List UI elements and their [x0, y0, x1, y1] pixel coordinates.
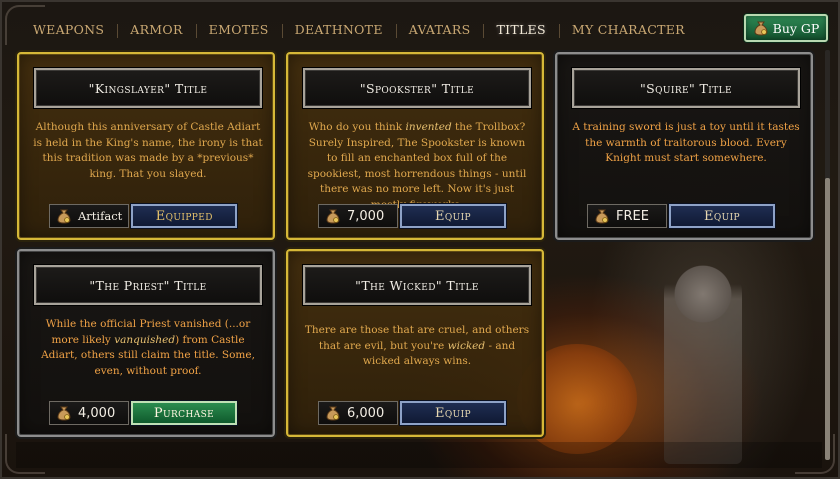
title-card-squire: "Squire" Title A training sword is just … [555, 52, 813, 240]
card-description: There are those that are cruel, and othe… [304, 324, 530, 367]
price-box: Artifact [49, 204, 130, 228]
card-title: "The Priest" Title [34, 265, 262, 305]
price-box: 7,000 [318, 204, 398, 228]
tab-emotes[interactable]: EMOTES [195, 12, 282, 48]
card-description: Who do you think invented the Trollbox? … [307, 121, 527, 211]
coin-bag-icon [753, 20, 769, 36]
price-text: FREE [616, 208, 649, 224]
ghost-decoration [664, 254, 742, 464]
card-description: A training sword is just a toy until it … [572, 121, 800, 164]
tab-avatars[interactable]: AVATARS [395, 12, 484, 48]
card-title: "Kingslayer" Title [34, 68, 262, 108]
card-description: While the official Priest vanished (...o… [41, 318, 255, 377]
buy-gp-button[interactable]: Buy GP [744, 14, 828, 42]
price-text: Artifact [78, 209, 123, 223]
title-card-kingslayer: "Kingslayer" Title Although this anniver… [17, 52, 275, 240]
equip-button[interactable]: Equip [669, 204, 775, 228]
card-title: "The Wicked" Title [303, 265, 531, 305]
tab-deathnote[interactable]: DEATHNOTE [281, 12, 396, 48]
coin-bag-icon [56, 405, 72, 421]
coin-bag-icon [325, 405, 341, 421]
card-title: "Squire" Title [572, 68, 800, 108]
equip-button[interactable]: Equip [400, 204, 506, 228]
title-card-the-priest: "The Priest" Title While the official Pr… [17, 249, 275, 437]
coin-bag-icon [56, 208, 72, 224]
coin-bag-icon [325, 208, 341, 224]
price-box: FREE [587, 204, 667, 228]
footer-bar [16, 442, 822, 468]
equip-button[interactable]: Equip [400, 401, 506, 425]
price-text: 4,000 [78, 405, 116, 421]
scrollbar-thumb[interactable] [825, 178, 830, 460]
tab-weapons[interactable]: WEAPONS [20, 12, 117, 48]
tab-my-character[interactable]: MY CHARACTER [558, 12, 698, 48]
shop-window: WEAPONS ARMOR EMOTES DEATHNOTE AVATARS T… [0, 0, 840, 479]
tab-titles[interactable]: TITLES [483, 12, 558, 48]
title-card-spookster: "Spookster" Title Who do you think inven… [286, 52, 544, 240]
price-text: 7,000 [347, 208, 385, 224]
title-card-the-wicked: "The Wicked" Title There are those that … [286, 249, 544, 437]
tab-armor[interactable]: ARMOR [117, 12, 195, 48]
price-box: 4,000 [49, 401, 129, 425]
buy-gp-label: Buy GP [772, 20, 820, 36]
category-tabs: WEAPONS ARMOR EMOTES DEATHNOTE AVATARS T… [20, 12, 698, 48]
coin-bag-icon [594, 208, 610, 224]
purchase-button[interactable]: Purchase [131, 401, 237, 425]
equipped-button[interactable]: Equipped [131, 204, 238, 228]
price-text: 6,000 [347, 405, 385, 421]
card-description: Although this anniversary of Castle Adia… [33, 121, 263, 180]
price-box: 6,000 [318, 401, 398, 425]
card-title: "Spookster" Title [303, 68, 531, 108]
